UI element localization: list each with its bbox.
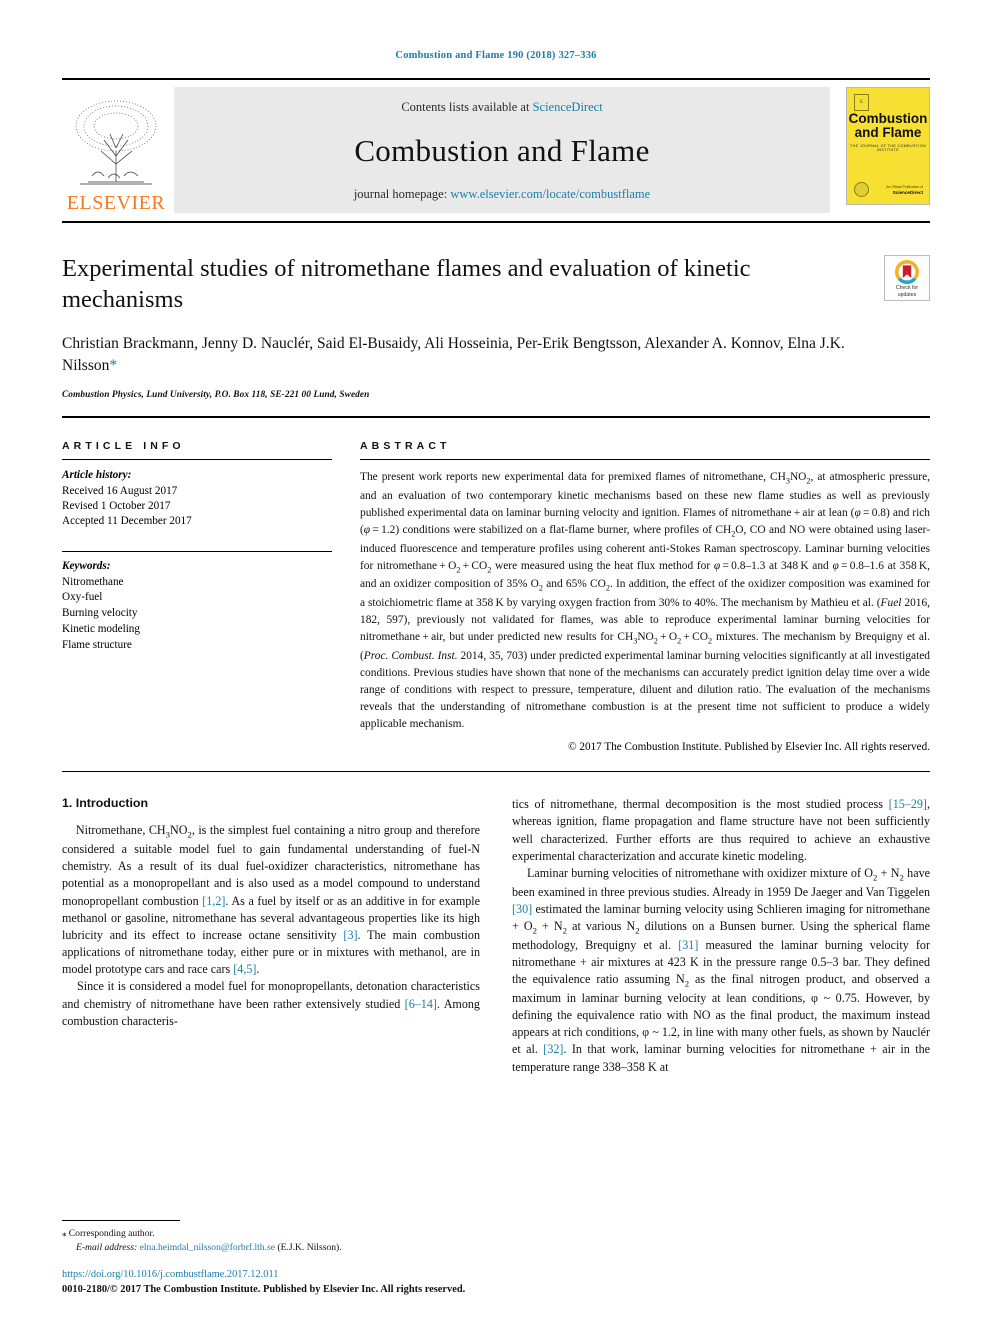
section-title-introduction: 1. Introduction [62,796,149,811]
title-block: Experimental studies of nitromethane fla… [62,253,930,400]
cover-subtitle: THE JOURNAL OF THE COMBUSTION INSTITUTE [850,144,926,152]
journal-cover-thumbnail: E Combustion and Flame THE JOURNAL OF TH… [846,87,930,205]
running-head: Combustion and Flame 190 (2018) 327–336 [395,50,597,61]
info-abstract-section: ARTICLE INFO Article history: Received 1… [62,440,930,753]
article-info-rule [62,459,332,461]
citation-30[interactable]: [30] [512,902,532,916]
intro-p4-part-c: + N [877,865,900,880]
citation-31[interactable]: [31] [678,938,698,952]
keyword-item: Flame structure [62,639,132,652]
intro-paragraph-4: Laminar burning velocities of nitrometha… [512,865,930,1076]
crossmark-label: Check for updates [896,285,918,298]
crossmark-badge[interactable]: Check for updates [884,255,930,301]
footnote-email-label: E-mail address: [76,1242,138,1254]
info-top-rule [62,416,930,419]
journal-masthead: ELSEVIER Contents lists available at Sci… [62,78,930,215]
homepage-prefix: journal homepage: [353,187,451,201]
affiliation: Combustion Physics, Lund University, P.O… [62,390,370,401]
sciencedirect-link[interactable]: ScienceDirect [533,100,603,114]
elsevier-tree-icon [75,100,157,185]
abstract-rule [360,459,930,461]
article-info-column: ARTICLE INFO Article history: Received 1… [62,440,332,753]
crossmark-line2: updates [897,291,917,298]
cover-title-line2: and Flame [854,124,922,140]
elsevier-wordmark: ELSEVIER [66,192,166,214]
cover-title-line1: Combustion [848,111,928,126]
intro-paragraph-1: Nitromethane, CH3NO2, is the simplest fu… [62,822,480,978]
intro-p4-part-j: at various N [567,919,636,934]
citation-15-29[interactable]: [15–29] [889,797,927,811]
article-history-label: Article history: [62,469,132,482]
page-footer: https://doi.org/10.1016/j.combustflame.2… [62,1267,622,1297]
intro-paragraph-3: tics of nitromethane, thermal decomposit… [512,796,930,865]
abstract-copyright: © 2017 The Combustion Institute. Publish… [568,741,930,754]
crossmark-icon [895,260,919,284]
citation-1-2[interactable]: [1,2] [202,894,225,908]
keyword-item: Burning velocity [62,607,138,620]
keywords-label: Keywords: [62,559,111,572]
article-history-accepted: Accepted 11 December 2017 [62,515,192,528]
citation-3[interactable]: [3] [343,928,357,942]
cover-footer-bold: ScienceDirect [892,190,923,196]
footnote-rule [62,1220,180,1222]
footnote-corresponding-author: ⁎ Corresponding author. [62,1227,480,1241]
cover-footer: An Official Publication of ScienceDirect [886,185,923,197]
abstract-text: The present work reports new experimenta… [360,469,930,733]
page-title: Experimental studies of nitromethane fla… [62,255,751,314]
citation-32[interactable]: [32] [543,1042,563,1056]
cover-title: Combustion and Flame [847,112,929,140]
article-history-block: Article history: Received 16 August 2017… [62,468,332,529]
issn-copyright-line: 0010-2180/© 2017 The Combustion Institut… [62,1283,466,1295]
keywords-rule [62,550,332,552]
abstract-heading: ABSTRACT [360,440,451,453]
intro-p4-part-h: + N [536,919,563,934]
crossmark-line1: Check for [895,285,919,291]
intro-p4-part-p: . In that work, laminar burning velociti… [512,1042,930,1074]
abstract-column: ABSTRACT The present work reports new ex… [360,440,930,753]
doi-link[interactable]: https://doi.org/10.1016/j.combustflame.2… [62,1267,622,1282]
cover-footer-small: An Official Publication of [886,185,923,189]
article-body: 1. Introduction Nitromethane, CH3NO2, is… [62,796,930,1076]
footnote-email-line: E-mail address: elna.heimdal_nilsson@for… [62,1241,480,1255]
journal-article-page: Combustion and Flame 190 (2018) 327–336 … [0,0,992,1323]
abstract-paragraph: The present work reports new experimenta… [360,471,931,731]
intro-paragraph-2: Since it is considered a model fuel for … [62,978,480,1030]
footnote-block: ⁎ Corresponding author. E-mail address: … [62,1220,480,1255]
intro-p1-part-c: NO [170,823,188,838]
article-history-revised: Revised 1 October 2017 [62,499,171,512]
author-names: Christian Brackmann, Jenny D. Nauclér, S… [62,335,845,375]
intro-p1-part-h: . [256,962,260,977]
footnote-email-link[interactable]: elna.heimdal_nilsson@forbrf.lth.se [140,1242,275,1253]
footnote-corresponding-label: Corresponding author. [68,1228,155,1240]
journal-homepage-link[interactable]: www.elsevier.com/locate/combustflame [450,187,650,201]
contents-prefix: Contents lists available at [401,100,533,114]
journal-homepage-line: journal homepage: www.elsevier.com/locat… [354,187,650,202]
keywords-block: Keywords: Nitromethane Oxy-fuel Burning … [62,559,332,654]
elsevier-logo: ELSEVIER [62,87,174,213]
footnote-star-icon: ⁎ [62,1228,69,1239]
citation-6-14[interactable]: [6–14] [405,997,437,1011]
footnote-email-owner: (E.J.K. Nilsson). [277,1242,342,1254]
keyword-item: Oxy-fuel [62,591,103,604]
masthead-center: Contents lists available at ScienceDirec… [174,87,830,213]
intro-p4-part-a: Laminar burning velocities of nitrometha… [527,865,873,880]
citation-4-5[interactable]: [4,5] [233,962,256,976]
keyword-item: Kinetic modeling [62,623,140,636]
article-info-heading: ARTICLE INFO [62,440,185,453]
masthead-bottom-rule [62,221,930,223]
cover-seal-icon [854,182,869,197]
author-list: Christian Brackmann, Jenny D. Nauclér, S… [62,333,852,377]
cover-elsevier-mark-icon: E [854,94,869,111]
intro-p3-part-a: tics of nitromethane, thermal decomposit… [512,797,889,812]
corresponding-author-marker: * [109,357,118,375]
contents-available-line: Contents lists available at ScienceDirec… [401,100,602,115]
article-history-received: Received 16 August 2017 [62,484,178,497]
intro-p1-part-a: Nitromethane, CH [75,823,166,838]
keyword-item: Nitromethane [62,575,124,588]
body-column-left: 1. Introduction Nitromethane, CH3NO2, is… [62,796,480,1076]
body-column-right: tics of nitromethane, thermal decomposit… [512,796,930,1076]
journal-title: Combustion and Flame [354,133,650,168]
abstract-bottom-rule [62,771,930,773]
